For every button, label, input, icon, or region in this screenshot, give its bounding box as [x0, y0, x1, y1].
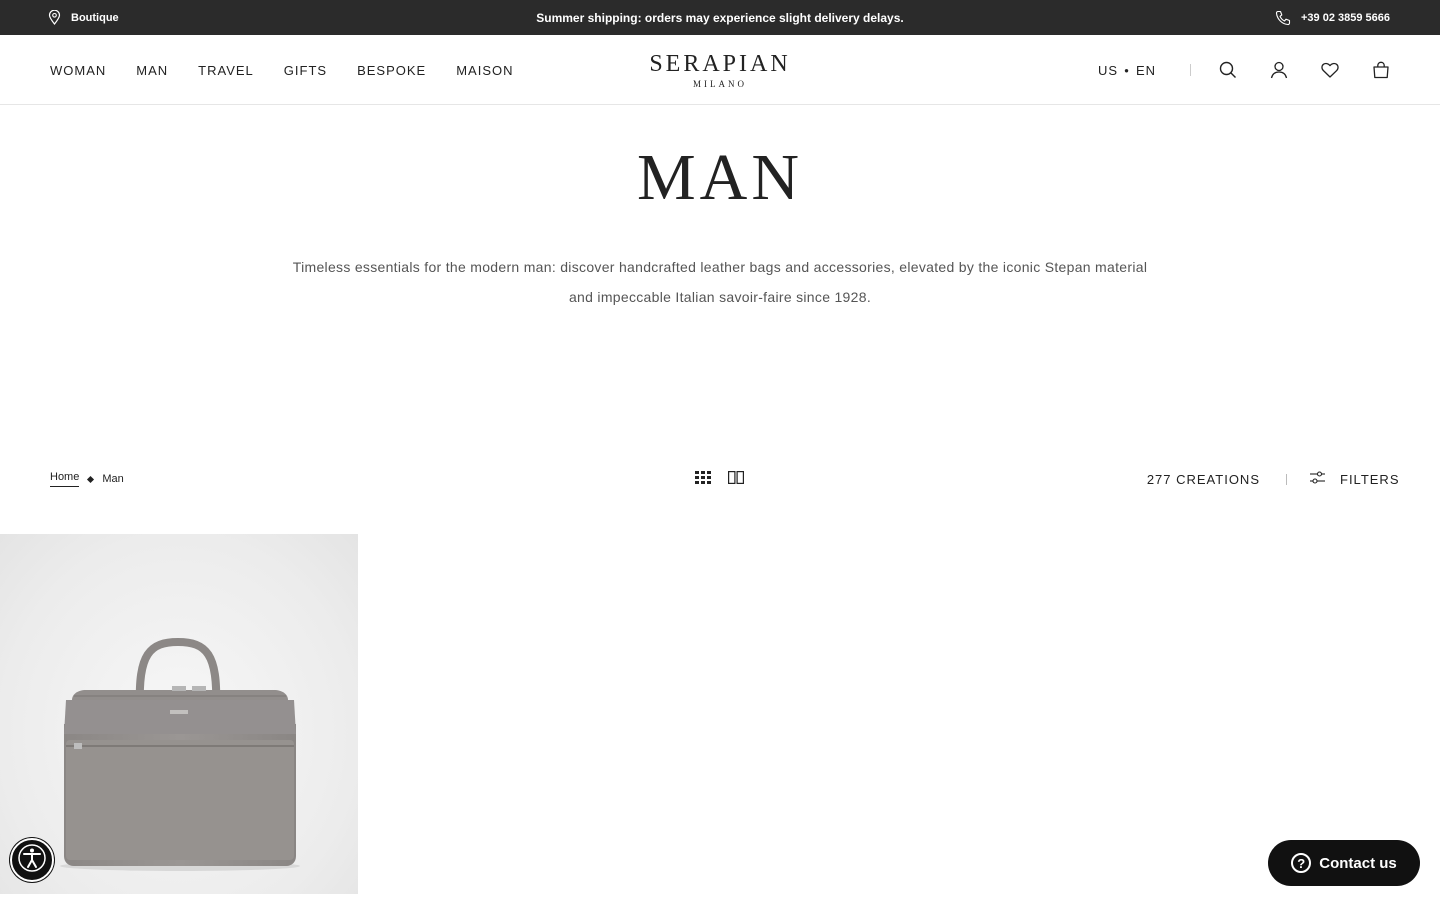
shopping-bag-icon[interactable] — [1370, 59, 1392, 81]
nav-item-man[interactable]: MAN — [136, 63, 168, 78]
breadcrumb-current: Man — [102, 473, 124, 485]
header-divider — [1190, 64, 1191, 76]
locale-selector[interactable]: US ● EN — [1098, 63, 1156, 78]
accessibility-button[interactable] — [10, 838, 54, 882]
locale-dot: ● — [1124, 65, 1130, 75]
logo-sub: MILANO — [693, 79, 747, 89]
grid-small-icon[interactable] — [695, 471, 711, 489]
phone-icon — [1275, 10, 1291, 26]
boutique-link[interactable]: Boutique — [48, 0, 119, 35]
phone-number: +39 02 3859 5666 — [1300, 11, 1390, 24]
contact-us-button[interactable]: ? Contact us — [1268, 840, 1420, 886]
search-icon[interactable] — [1217, 59, 1239, 81]
account-icon[interactable] — [1268, 59, 1290, 81]
page-title: MAN — [636, 141, 803, 214]
help-question-icon: ? — [1291, 853, 1312, 873]
wishlist-heart-icon[interactable] — [1319, 59, 1341, 81]
nav-item-travel[interactable]: TRAVEL — [198, 63, 254, 78]
grid-large-icon[interactable] — [728, 471, 745, 489]
boutique-label: Boutique — [71, 11, 119, 24]
nav-item-gifts[interactable]: GIFTS — [284, 63, 327, 78]
product-card[interactable] — [0, 534, 358, 894]
view-toggle — [695, 471, 745, 489]
filters-label: FILTERS — [1340, 471, 1400, 487]
announcement-bar: Boutique Summer shipping: orders may exp… — [0, 0, 1440, 35]
page-description: Timeless essentials for the modern man: … — [292, 259, 1148, 305]
location-pin-icon — [48, 10, 61, 25]
logo-brand: SERAPIAN — [649, 51, 791, 77]
nav-item-bespoke[interactable]: BESPOKE — [357, 63, 426, 78]
phone-link[interactable]: +39 02 3859 5666 — [1275, 0, 1390, 35]
logo[interactable]: SERAPIAN MILANO — [620, 51, 820, 89]
breadcrumb-home[interactable]: Home — [50, 471, 80, 487]
site-header: WOMAN MAN TRAVEL GIFTS BESPOKE MAISON SE… — [0, 35, 1440, 105]
main-nav: WOMAN MAN TRAVEL GIFTS BESPOKE MAISON — [50, 35, 514, 105]
filters-button[interactable]: FILTERS — [1310, 471, 1400, 487]
filters-sliders-icon — [1310, 471, 1325, 487]
header-tools: US ● EN — [1098, 35, 1392, 105]
locale-country: US — [1098, 62, 1119, 78]
breadcrumb: Home Man — [50, 471, 124, 487]
results-count: 277 CREATIONS — [1146, 472, 1260, 487]
briefcase-image — [60, 637, 300, 871]
announcement-text: Summer shipping: orders may experience s… — [536, 10, 904, 25]
contact-us-label: Contact us — [1319, 854, 1397, 872]
accessibility-icon — [17, 843, 47, 878]
breadcrumb-separator — [87, 475, 95, 483]
locale-language: EN — [1135, 62, 1156, 78]
nav-item-woman[interactable]: WOMAN — [50, 63, 106, 78]
nav-item-maison[interactable]: MAISON — [456, 63, 513, 78]
toolbar-divider — [1286, 474, 1287, 485]
